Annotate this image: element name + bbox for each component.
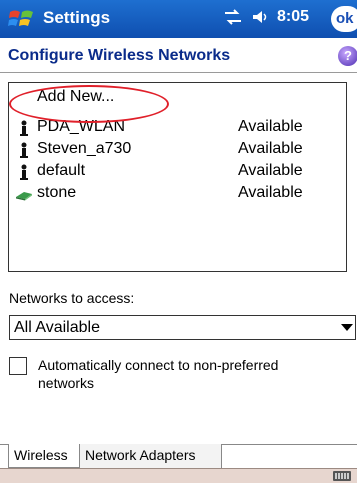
networks-to-access-dropdown[interactable]: All Available — [9, 315, 356, 340]
auto-connect-label[interactable]: Automatically connect to non-preferred n… — [38, 356, 338, 392]
app-title: Settings — [43, 8, 111, 27]
windows-start-icon[interactable] — [8, 6, 36, 32]
highlight-circle — [9, 85, 169, 123]
network-name: default — [37, 162, 86, 179]
ok-button[interactable]: ok — [331, 6, 357, 32]
help-icon[interactable]: ? — [338, 46, 357, 66]
list-item[interactable]: default Available — [9, 161, 346, 183]
infrastructure-antenna-icon — [20, 120, 28, 136]
infrastructure-antenna-icon — [20, 164, 28, 180]
networks-to-access-label: Networks to access: — [9, 290, 135, 306]
infrastructure-antenna-icon — [20, 142, 28, 158]
connectivity-icon[interactable] — [223, 9, 243, 25]
status-area: 8:05 — [223, 8, 309, 26]
dropdown-value: All Available — [14, 319, 100, 336]
ad-hoc-pc-icon — [16, 192, 32, 201]
list-item[interactable]: stone Available — [9, 183, 346, 205]
clock[interactable]: 8:05 — [277, 8, 309, 26]
network-name: Steven_a730 — [37, 140, 132, 157]
page-title: Configure Wireless Networks — [8, 47, 231, 64]
menu-bar — [0, 468, 357, 483]
network-status: Available — [238, 184, 303, 201]
volume-icon[interactable] — [251, 9, 269, 25]
tab-wireless[interactable]: Wireless — [8, 444, 80, 468]
network-status: Available — [238, 140, 303, 157]
network-status: Available — [238, 162, 303, 179]
title-bar: Settings 8:05 ok — [0, 0, 357, 38]
page-header: Configure Wireless Networks ? — [0, 38, 357, 73]
list-item[interactable]: Steven_a730 Available — [9, 139, 346, 161]
dropdown-arrow-icon[interactable] — [341, 324, 353, 331]
network-name: stone — [37, 184, 77, 201]
tab-strip: Wireless Network Adapters — [0, 444, 357, 469]
auto-connect-checkbox[interactable] — [9, 357, 27, 375]
keyboard-icon[interactable] — [333, 471, 351, 481]
network-status: Available — [238, 118, 303, 135]
tab-network-adapters[interactable]: Network Adapters — [80, 444, 222, 468]
